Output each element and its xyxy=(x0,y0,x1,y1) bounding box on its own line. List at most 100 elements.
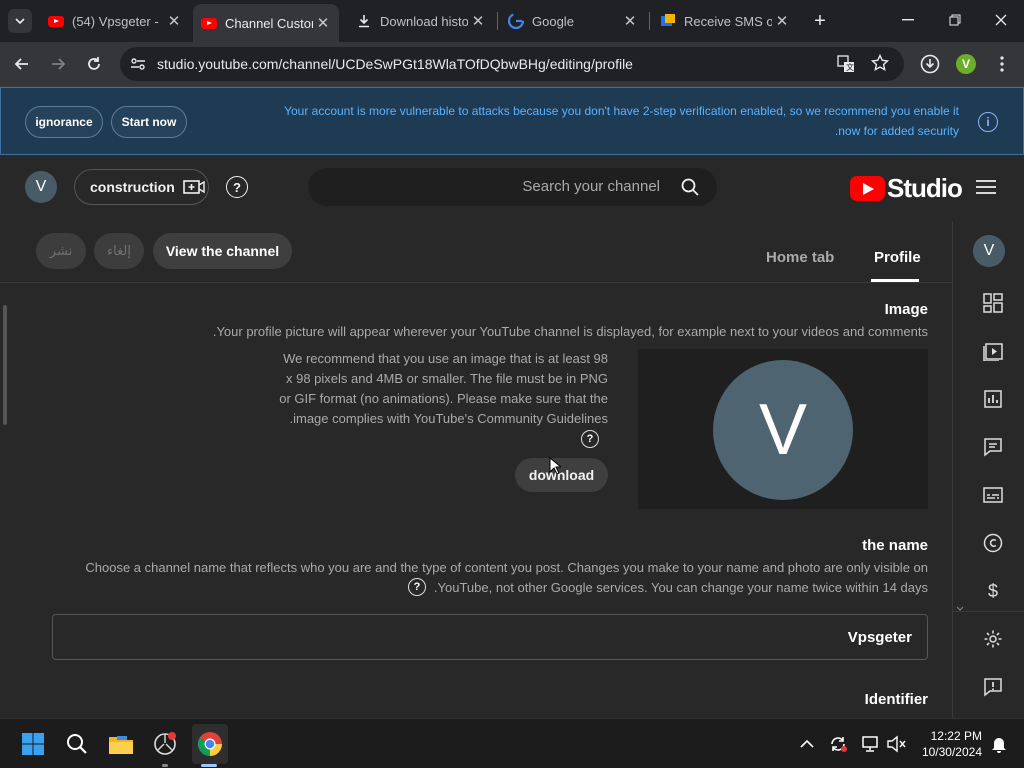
close-icon[interactable]: ✕ xyxy=(166,12,182,30)
rail-scroll-down-icon[interactable] xyxy=(956,599,964,611)
reload-button[interactable] xyxy=(80,50,108,78)
chevron-up-icon[interactable] xyxy=(792,729,822,759)
comments-icon[interactable] xyxy=(981,435,1005,459)
close-icon[interactable]: ✕ xyxy=(470,12,486,30)
profile-image-preview: V xyxy=(638,349,928,509)
downloads-button[interactable] xyxy=(916,50,944,78)
earn-dollar-icon[interactable]: $ xyxy=(981,579,1005,603)
tab-label: Receive SMS o xyxy=(684,13,772,29)
active-app-indicator xyxy=(201,764,217,767)
name-section-title: the name xyxy=(862,537,928,554)
tab-divider xyxy=(649,12,650,30)
system-clock[interactable]: 12:22 PM 10/30/2024 xyxy=(916,728,982,760)
app-icon[interactable] xyxy=(150,729,180,759)
help-icon[interactable]: ? xyxy=(226,176,248,198)
subtitles-icon[interactable] xyxy=(981,483,1005,507)
browser-tab[interactable]: Download histo ✕ xyxy=(348,6,494,36)
tab-home[interactable]: Home tab xyxy=(766,249,834,266)
feedback-icon[interactable] xyxy=(981,675,1005,699)
search-icon[interactable] xyxy=(62,729,92,759)
back-button[interactable] xyxy=(8,50,36,78)
ignore-button[interactable]: ignorance xyxy=(25,106,103,138)
cancel-button[interactable]: إلغاء xyxy=(94,233,144,269)
hamburger-menu-icon[interactable] xyxy=(976,179,996,195)
new-tab-button[interactable]: + xyxy=(808,9,832,33)
url-text: studio.youtube.com/channel/UCDeSwPGt18Wl… xyxy=(157,56,633,72)
channel-name-value[interactable]: Vpsgeter xyxy=(848,629,912,646)
copyright-icon[interactable] xyxy=(981,531,1005,555)
banner-message-line2: .now for added security xyxy=(834,124,959,138)
upload-image-button[interactable]: download xyxy=(515,458,608,492)
preview-avatar: V xyxy=(713,360,853,500)
chevron-down-icon xyxy=(15,17,25,24)
rail-channel-avatar[interactable]: V xyxy=(973,235,1005,267)
help-icon[interactable]: ? xyxy=(408,578,426,596)
info-icon[interactable]: i xyxy=(978,112,998,132)
studio-right-rail: V $ xyxy=(952,221,1024,718)
bookmark-star-icon[interactable] xyxy=(870,53,890,77)
channel-avatar[interactable]: V xyxy=(25,171,57,203)
windows-taskbar: 12:22 PM 10/30/2024 xyxy=(0,718,1024,768)
youtube-icon xyxy=(48,13,64,29)
security-banner: ignorance Start now Your account is more… xyxy=(0,87,1024,155)
browser-tab-active[interactable]: Channel Custom ✕ xyxy=(193,4,339,42)
tab-search-button[interactable] xyxy=(8,9,32,33)
download-circle-icon xyxy=(920,54,940,74)
chrome-icon[interactable] xyxy=(195,729,225,759)
browser-menu-button[interactable] xyxy=(988,50,1016,78)
browser-tab[interactable]: Receive SMS o ✕ xyxy=(652,6,798,36)
minimize-icon xyxy=(902,19,914,21)
view-channel-button[interactable]: View the channel xyxy=(153,233,292,269)
forward-button[interactable] xyxy=(44,50,72,78)
arrow-right-icon xyxy=(52,58,66,70)
address-bar[interactable]: studio.youtube.com/channel/UCDeSwPGt18Wl… xyxy=(120,47,904,81)
tab-label: Channel Custom xyxy=(225,15,313,31)
youtube-logo-icon xyxy=(850,176,885,201)
running-indicator xyxy=(162,764,168,767)
profile-avatar[interactable]: V xyxy=(956,54,976,74)
volume-muted-icon[interactable] xyxy=(881,729,911,759)
search-input[interactable]: Search your channel xyxy=(522,178,660,195)
identifier-section-title: Identifier xyxy=(864,691,928,708)
restore-button[interactable] xyxy=(940,8,970,32)
analytics-icon[interactable] xyxy=(981,387,1005,411)
youtube-icon xyxy=(201,15,217,31)
sync-icon[interactable] xyxy=(823,729,853,759)
banner-message-line1: Your account is more vulnerable to attac… xyxy=(284,104,959,118)
close-icon[interactable]: ✕ xyxy=(315,14,331,32)
tab-label: (54) Vpsgeter - xyxy=(72,13,159,29)
google-icon xyxy=(508,13,524,29)
help-icon[interactable]: ? xyxy=(581,430,599,448)
tab-label: Google xyxy=(532,13,574,29)
browser-tab-strip: (54) Vpsgeter - ✕ Channel Custom ✕ Downl… xyxy=(0,0,1024,42)
channel-name-field[interactable]: Vpsgeter xyxy=(52,614,928,660)
close-icon[interactable]: ✕ xyxy=(622,12,638,30)
clock-time: 12:22 PM xyxy=(930,729,982,743)
minimize-button[interactable] xyxy=(893,8,923,32)
sms-icon xyxy=(660,13,676,29)
youtube-studio-logo[interactable]: Studio xyxy=(850,173,963,204)
close-window-button[interactable] xyxy=(986,8,1016,32)
site-info-icon[interactable] xyxy=(130,56,146,77)
dashboard-icon[interactable] xyxy=(981,291,1005,315)
studio-header: V construction ? Search your channel Stu… xyxy=(0,155,1024,221)
notification-bell-icon[interactable] xyxy=(984,729,1014,759)
browser-tab[interactable]: (54) Vpsgeter - ✕ xyxy=(40,6,190,36)
create-button[interactable]: construction xyxy=(74,169,209,205)
search-icon[interactable] xyxy=(681,178,699,196)
publish-button[interactable]: نشر xyxy=(36,233,86,269)
tab-profile[interactable]: Profile xyxy=(874,249,921,266)
left-scroll-indicator[interactable] xyxy=(3,305,7,425)
translate-icon[interactable]: 文 xyxy=(837,55,855,78)
video-add-icon xyxy=(182,180,205,194)
mouse-cursor-icon xyxy=(549,457,561,475)
browser-tab[interactable]: Google ✕ xyxy=(500,6,646,36)
tab-divider xyxy=(497,12,498,30)
file-explorer-icon[interactable] xyxy=(106,729,136,759)
start-now-button[interactable]: Start now xyxy=(111,106,187,138)
close-icon[interactable]: ✕ xyxy=(774,12,790,30)
channel-search-bar[interactable]: Search your channel xyxy=(308,168,717,206)
settings-gear-icon[interactable] xyxy=(981,627,1005,651)
content-icon[interactable] xyxy=(981,339,1005,363)
windows-start-icon[interactable] xyxy=(18,729,48,759)
